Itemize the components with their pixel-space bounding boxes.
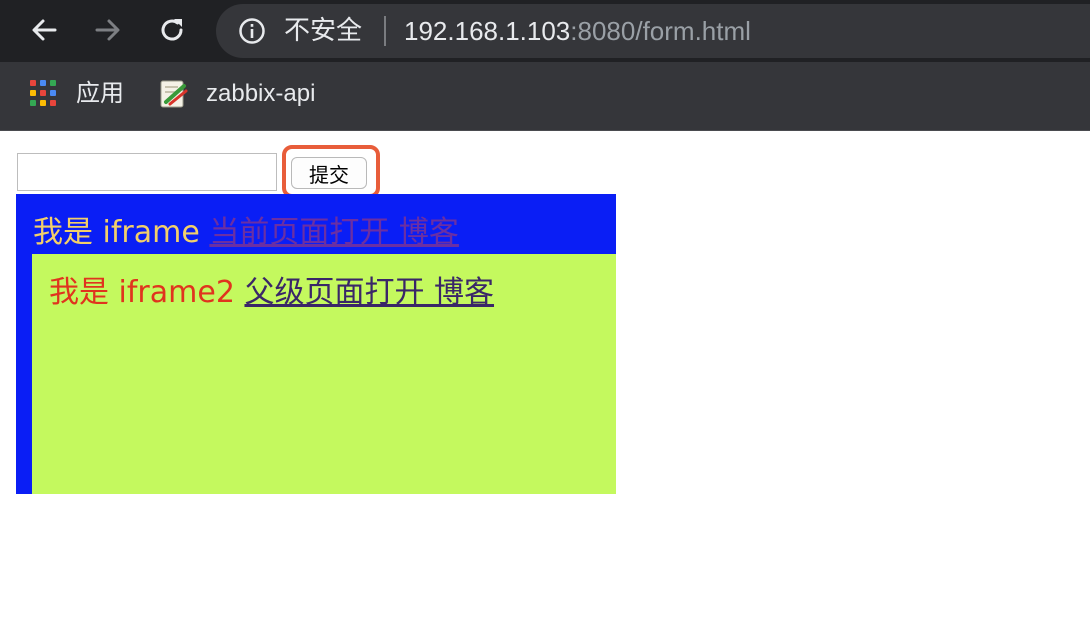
forward-button[interactable] [90, 12, 126, 48]
reload-button[interactable] [154, 12, 190, 48]
back-button[interactable] [26, 12, 62, 48]
apps-grid-icon[interactable] [30, 80, 58, 108]
iframe-inner-header: 我是 iframe2 父级页面打开 博客 [49, 272, 494, 314]
open-blog-current-link[interactable]: 当前页面打开 博客 [209, 215, 459, 250]
url-host: 192.168.1.103 [404, 16, 571, 46]
zabbix-bookmark-icon[interactable] [158, 78, 190, 110]
url-path: :8080/form.html [570, 16, 751, 46]
info-icon[interactable] [238, 17, 266, 45]
bookmark-apps-label[interactable]: 应用 [76, 78, 124, 110]
iframe-inner-label: 我是 iframe2 [49, 275, 235, 310]
address-bar-divider [384, 16, 386, 46]
submit-button[interactable]: 提交 [291, 157, 367, 189]
security-status-label[interactable]: 不安全 [284, 14, 362, 48]
bookmark-zabbix-label[interactable]: zabbix-api [206, 78, 315, 110]
back-arrow-icon [32, 19, 57, 41]
reload-icon [161, 19, 183, 41]
text-input[interactable] [17, 153, 277, 191]
url-text[interactable]: 192.168.1.103:8080/form.html [404, 14, 751, 48]
forward-arrow-icon [95, 19, 120, 41]
open-blog-parent-link[interactable]: 父级页面打开 博客 [244, 275, 494, 310]
iframe-outer-label: 我是 iframe [33, 215, 200, 250]
iframe-outer-header: 我是 iframe 当前页面打开 博客 [33, 212, 459, 254]
